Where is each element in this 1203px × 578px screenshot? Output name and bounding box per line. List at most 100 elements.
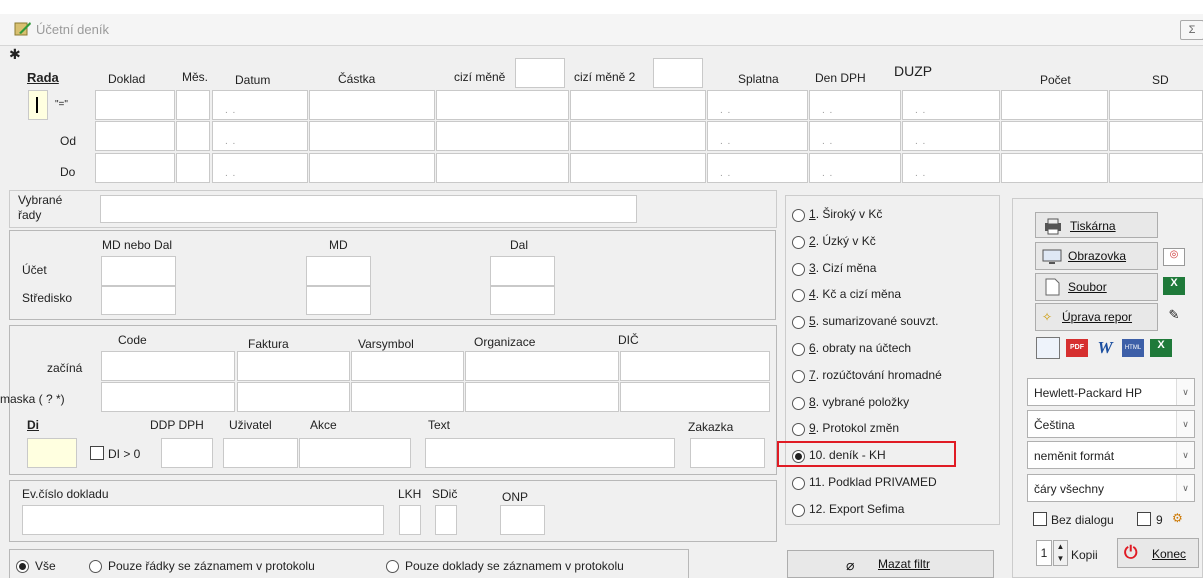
filter-field-r0-c4[interactable] [436,90,569,120]
report-radio-2[interactable] [792,235,805,249]
report-label-9[interactable]: 9. Protokol změn [809,421,899,435]
gear-icon[interactable]: ✱ [9,47,21,61]
code-field-r1-c3[interactable] [465,382,619,412]
code-field-r1-c2[interactable] [351,382,464,412]
uzivatel-input[interactable] [223,438,298,468]
ucet-md-dal-input[interactable] [101,256,176,286]
filter-field-r0-c1[interactable] [176,90,210,120]
code-field-r1-c0[interactable] [101,382,235,412]
sdic-input[interactable] [435,505,457,535]
filter-field-r1-c1[interactable] [176,121,210,151]
exit-button[interactable]: ⏻ Konec [1117,538,1199,568]
lkh-input[interactable] [399,505,421,535]
di-input[interactable] [27,438,77,468]
code-field-r0-c4[interactable] [620,351,770,381]
report-label-4[interactable]: 4. Kč a cizí měna [809,287,901,301]
excel-export-icon[interactable]: X [1150,339,1172,357]
ev-cislo-input[interactable] [22,505,384,535]
language-select[interactable]: Čeština ∨ [1027,410,1195,438]
stredisko-dal-input[interactable] [490,286,555,315]
filter-field-r1-c4[interactable] [436,121,569,151]
code-field-r1-c4[interactable] [620,382,770,412]
printer-select[interactable]: Hewlett-Packard HP ∨ [1027,378,1195,406]
printer-button[interactable]: Tiskárna [1035,212,1158,238]
filter-field-r0-c9[interactable] [1001,90,1108,120]
scope-vse-radio[interactable] [16,560,29,573]
lines-select[interactable]: čáry všechny ∨ [1027,474,1195,502]
report-label-2[interactable]: 2. Úzký v Kč [809,234,876,248]
zakazka-input[interactable] [690,438,765,468]
format-select[interactable]: neměnit formát ∨ [1027,441,1195,469]
ucet-dal-input[interactable] [490,256,555,286]
filter-field-r2-c6[interactable]: . . [707,153,808,183]
report-label-8[interactable]: 8. vybrané položky [809,395,909,409]
report-radio-7[interactable] [792,369,805,383]
code-field-r0-c1[interactable] [237,351,350,381]
pdf-icon[interactable]: PDF [1066,339,1088,357]
ucet-md-input[interactable] [306,256,371,286]
report-radio-12[interactable] [792,503,805,517]
filter-field-r0-c10[interactable] [1109,90,1203,120]
cizi-mena2-input[interactable] [653,58,703,88]
filter-field-r2-c5[interactable] [570,153,706,183]
filter-field-r0-c5[interactable] [570,90,706,120]
filter-field-r1-c3[interactable] [309,121,435,151]
filter-field-r1-c6[interactable]: . . [707,121,808,151]
filter-field-r2-c1[interactable] [176,153,210,183]
code-field-r1-c1[interactable] [237,382,350,412]
filter-field-r2-c4[interactable] [436,153,569,183]
filter-field-r0-c6[interactable]: . . [707,90,808,120]
html-icon[interactable]: HTML [1122,339,1144,357]
filter-field-r1-c8[interactable]: . . [902,121,1000,151]
report-radio-8[interactable] [792,396,805,410]
report-label-5[interactable]: 5. sumarizované souvzt. [809,314,938,328]
filter-field-r1-c7[interactable]: . . [809,121,901,151]
window-close-button[interactable]: Σ [1180,20,1203,40]
akce-input[interactable] [299,438,411,468]
scope-doklady-radio[interactable] [386,560,399,573]
filter-field-r2-c2[interactable]: . . [212,153,308,183]
screen-button[interactable]: Obrazovka [1035,242,1158,270]
filter-field-r0-c7[interactable]: . . [809,90,901,120]
filter-field-r2-c9[interactable] [1001,153,1108,183]
filter-field-r1-c9[interactable] [1001,121,1108,151]
filter-field-r1-c2[interactable]: . . [212,121,308,151]
edit-report-button[interactable]: ✧ Úprava repor [1035,303,1158,331]
code-field-r0-c0[interactable] [101,351,235,381]
ddp-dph-input[interactable] [161,438,213,468]
settings-folder-icon[interactable]: ⚙ [1172,511,1192,529]
file-button[interactable]: Soubor [1035,273,1158,301]
filter-field-r2-c8[interactable]: . . [902,153,1000,183]
cizi-mena-input[interactable] [515,58,565,88]
code-field-r0-c2[interactable] [351,351,464,381]
report-radio-6[interactable] [792,343,805,356]
onp-input[interactable] [500,505,545,535]
report-label-3[interactable]: 3. Cizí měna [809,261,876,275]
code-field-r0-c3[interactable] [465,351,619,381]
filter-field-r1-c5[interactable] [570,121,706,151]
report-label-7[interactable]: 7. rozúčtování hromadné [809,368,942,382]
report-radio-11[interactable] [792,477,805,490]
preview-icon[interactable]: ◎ [1163,248,1185,266]
excel-icon[interactable]: X [1163,277,1185,295]
filter-field-r2-c3[interactable] [309,153,435,183]
stredisko-md-dal-input[interactable] [101,286,176,315]
copies-input[interactable]: 1 [1036,540,1052,566]
report-radio-3[interactable] [792,262,805,276]
scope-radky-radio[interactable] [89,560,102,573]
table-format-icon[interactable] [1036,337,1060,359]
vybrane-rady-input[interactable] [100,195,637,223]
filter-field-r0-c2[interactable]: . . [212,90,308,120]
report-label-1[interactable]: 1. Široký v Kč [809,207,882,221]
clear-filter-button[interactable]: ⌀ Mazat filtr [787,550,994,578]
filter-field-r0-c8[interactable]: . . [902,90,1000,120]
report-label-6[interactable]: 6. obraty na účtech [809,341,911,355]
filter-field-r0-c3[interactable] [309,90,435,120]
nine-checkbox[interactable] [1137,512,1151,526]
word-icon[interactable]: W [1094,338,1116,358]
text-input[interactable] [425,438,675,468]
di-gt0-checkbox[interactable] [90,446,104,460]
filter-field-r1-c0[interactable] [95,121,175,151]
bez-dialogu-checkbox[interactable] [1033,512,1047,526]
filter-field-r2-c0[interactable] [95,153,175,183]
